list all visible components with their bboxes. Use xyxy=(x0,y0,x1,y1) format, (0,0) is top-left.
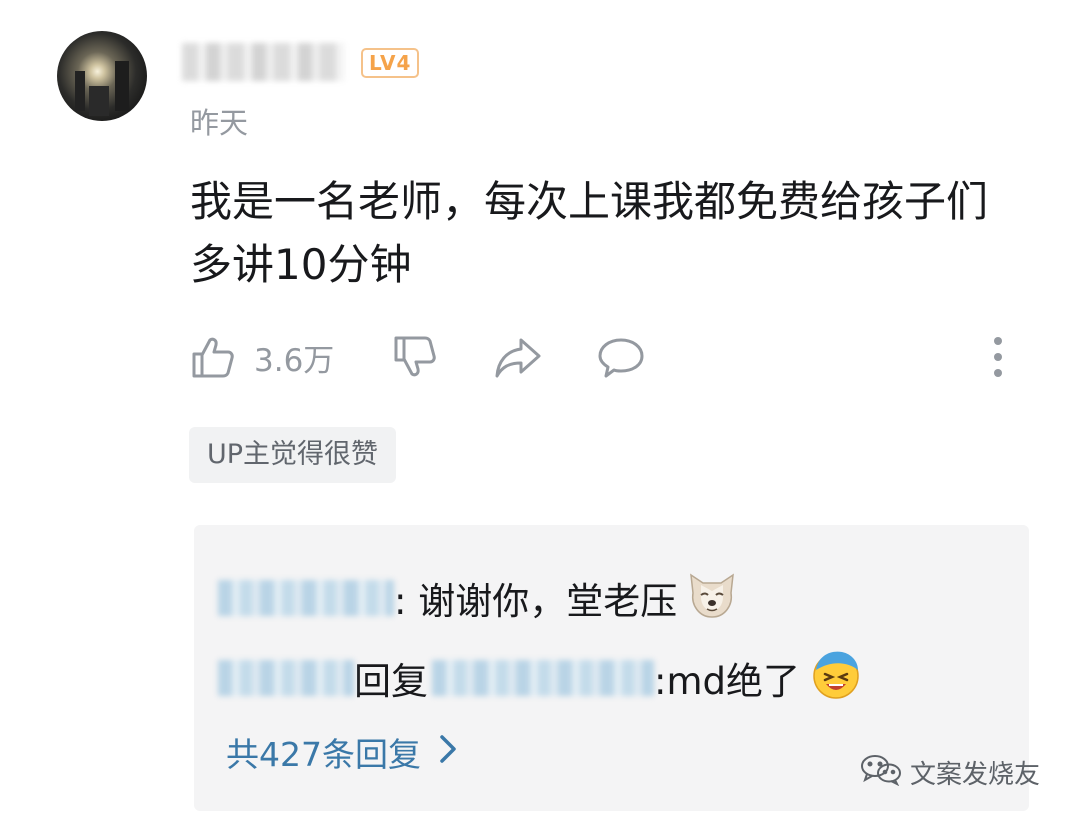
comment-date: 昨天 xyxy=(190,106,249,140)
reply-username-blurred[interactable] xyxy=(218,660,354,696)
view-all-replies-link[interactable]: 共427条回复 xyxy=(226,728,457,776)
replied-username-blurred[interactable] xyxy=(432,660,654,696)
laughing-emoji-icon xyxy=(808,646,864,711)
reply-username-blurred[interactable] xyxy=(218,580,394,616)
share-arrow-icon xyxy=(493,334,543,380)
dog-emoji-icon xyxy=(685,567,739,630)
user-avatar[interactable] xyxy=(57,31,147,121)
total-replies-label: 共427条回复 xyxy=(226,735,421,774)
more-vertical-icon xyxy=(984,334,1012,380)
reply-text: : 谢谢你，堂老压 xyxy=(394,580,678,623)
wechat-icon xyxy=(860,752,902,793)
reply-item[interactable]: 回复 :md绝了 xyxy=(218,650,864,706)
comment-text: 我是一名老师，每次上课我都免费给孩子们多讲10分钟 xyxy=(190,177,989,289)
reply-item[interactable]: : 谢谢你，堂老压 xyxy=(218,570,739,626)
more-options-button[interactable] xyxy=(984,334,1012,380)
dislike-button[interactable] xyxy=(392,334,438,380)
chevron-right-icon xyxy=(439,733,457,772)
thumbs-up-icon xyxy=(190,334,236,380)
username-blurred[interactable] xyxy=(182,43,344,81)
thumbs-down-icon xyxy=(392,334,438,380)
reply-text: :md绝了 xyxy=(654,660,800,703)
like-count: 3.6万 xyxy=(254,342,335,379)
level-badge: LV4 xyxy=(361,48,420,78)
up-liked-tag: UP主觉得很赞 xyxy=(189,427,397,483)
watermark-text: 文案发烧友 xyxy=(910,760,1041,790)
watermark: 文案发烧友 xyxy=(860,752,1040,793)
reply-button[interactable] xyxy=(597,334,645,380)
share-button[interactable] xyxy=(493,334,543,380)
reply-word: 回复 xyxy=(354,660,428,703)
like-button[interactable]: 3.6万 xyxy=(190,334,334,380)
chat-bubble-icon xyxy=(597,334,645,380)
